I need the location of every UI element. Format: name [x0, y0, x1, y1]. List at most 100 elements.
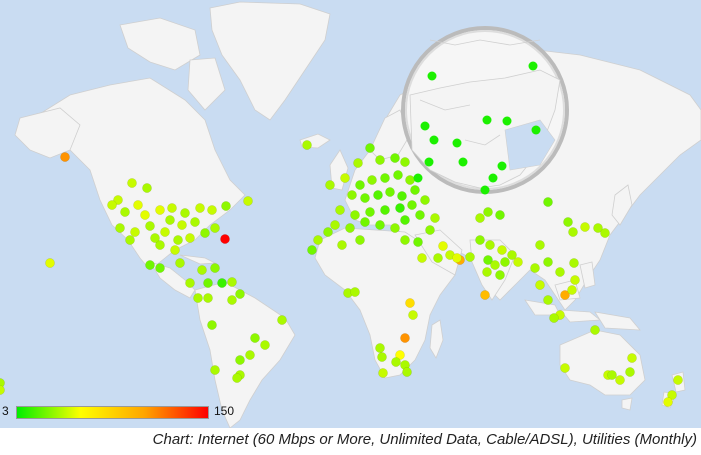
- data-point[interactable]: [500, 257, 510, 267]
- magnified-data-point[interactable]: [480, 185, 490, 195]
- data-point[interactable]: [391, 357, 401, 367]
- data-point[interactable]: [567, 285, 577, 295]
- data-point[interactable]: [307, 245, 317, 255]
- data-point[interactable]: [302, 140, 312, 150]
- data-point[interactable]: [227, 277, 237, 287]
- data-point[interactable]: [378, 368, 388, 378]
- data-point[interactable]: [325, 180, 335, 190]
- data-point[interactable]: [390, 223, 400, 233]
- data-point[interactable]: [590, 325, 600, 335]
- data-point[interactable]: [243, 196, 253, 206]
- data-point[interactable]: [425, 225, 435, 235]
- magnified-data-point[interactable]: [452, 138, 462, 148]
- data-point[interactable]: [535, 240, 545, 250]
- magnified-data-point[interactable]: [531, 125, 541, 135]
- data-point[interactable]: [375, 220, 385, 230]
- data-point[interactable]: [235, 289, 245, 299]
- data-point[interactable]: [397, 191, 407, 201]
- data-point[interactable]: [180, 208, 190, 218]
- data-point[interactable]: [438, 241, 448, 251]
- data-point[interactable]: [385, 187, 395, 197]
- data-point[interactable]: [530, 263, 540, 273]
- magnifier-lens[interactable]: [401, 26, 569, 195]
- data-point[interactable]: [495, 210, 505, 220]
- data-point[interactable]: [160, 227, 170, 237]
- data-point[interactable]: [430, 213, 440, 223]
- data-point[interactable]: [563, 217, 573, 227]
- data-point[interactable]: [513, 257, 523, 267]
- magnified-data-point[interactable]: [413, 173, 423, 183]
- world-map[interactable]: [0, 0, 701, 428]
- data-point[interactable]: [600, 228, 610, 238]
- data-point[interactable]: [420, 195, 430, 205]
- data-point[interactable]: [400, 215, 410, 225]
- data-point[interactable]: [207, 205, 217, 215]
- data-point[interactable]: [497, 245, 507, 255]
- data-point[interactable]: [560, 363, 570, 373]
- data-point[interactable]: [155, 205, 165, 215]
- data-point[interactable]: [197, 265, 207, 275]
- data-point[interactable]: [365, 143, 375, 153]
- data-point[interactable]: [190, 217, 200, 227]
- magnified-data-point[interactable]: [427, 71, 437, 81]
- data-point[interactable]: [195, 203, 205, 213]
- magnified-data-point[interactable]: [488, 173, 498, 183]
- data-point[interactable]: [570, 275, 580, 285]
- data-point[interactable]: [490, 260, 500, 270]
- data-point[interactable]: [627, 353, 637, 363]
- data-point[interactable]: [130, 227, 140, 237]
- data-point[interactable]: [417, 253, 427, 263]
- data-point[interactable]: [155, 263, 165, 273]
- data-point[interactable]: [568, 227, 578, 237]
- data-point[interactable]: [125, 235, 135, 245]
- data-point[interactable]: [350, 210, 360, 220]
- data-point[interactable]: [115, 223, 125, 233]
- data-point[interactable]: [127, 178, 137, 188]
- data-point[interactable]: [380, 205, 390, 215]
- data-point[interactable]: [235, 355, 245, 365]
- data-point[interactable]: [367, 175, 377, 185]
- data-point[interactable]: [330, 220, 340, 230]
- data-point[interactable]: [167, 203, 177, 213]
- data-point[interactable]: [615, 375, 625, 385]
- data-point[interactable]: [410, 185, 420, 195]
- data-point[interactable]: [569, 258, 579, 268]
- data-point[interactable]: [475, 235, 485, 245]
- data-point[interactable]: [277, 315, 287, 325]
- data-point[interactable]: [335, 205, 345, 215]
- data-point[interactable]: [400, 333, 410, 343]
- data-point[interactable]: [415, 210, 425, 220]
- data-point[interactable]: [400, 235, 410, 245]
- data-point[interactable]: [365, 207, 375, 217]
- data-point[interactable]: [390, 153, 400, 163]
- data-point[interactable]: [120, 207, 130, 217]
- data-point[interactable]: [221, 201, 231, 211]
- data-point[interactable]: [250, 333, 260, 343]
- data-point[interactable]: [452, 253, 462, 263]
- data-point[interactable]: [360, 217, 370, 227]
- magnified-data-point[interactable]: [458, 157, 468, 167]
- magnified-data-point[interactable]: [424, 157, 434, 167]
- data-point[interactable]: [227, 295, 237, 305]
- data-point[interactable]: [353, 158, 363, 168]
- magnified-data-point[interactable]: [502, 116, 512, 126]
- data-point[interactable]: [217, 278, 227, 288]
- data-point[interactable]: [245, 350, 255, 360]
- data-point[interactable]: [535, 280, 545, 290]
- data-point[interactable]: [555, 267, 565, 277]
- data-point[interactable]: [475, 213, 485, 223]
- data-point[interactable]: [345, 223, 355, 233]
- data-point[interactable]: [495, 270, 505, 280]
- data-point[interactable]: [350, 287, 360, 297]
- data-point[interactable]: [142, 183, 152, 193]
- data-point[interactable]: [543, 257, 553, 267]
- data-point[interactable]: [400, 157, 410, 167]
- magnified-data-point[interactable]: [528, 61, 538, 71]
- data-point[interactable]: [207, 320, 217, 330]
- data-point[interactable]: [375, 155, 385, 165]
- data-point[interactable]: [340, 173, 350, 183]
- data-point[interactable]: [175, 258, 185, 268]
- data-point[interactable]: [260, 340, 270, 350]
- data-point[interactable]: [203, 293, 213, 303]
- data-point[interactable]: [210, 365, 220, 375]
